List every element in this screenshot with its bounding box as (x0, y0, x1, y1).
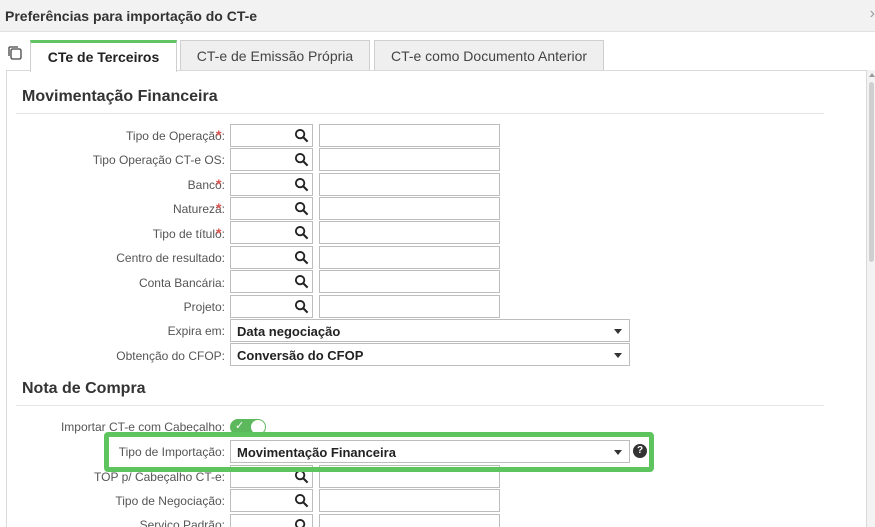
scroll-up-icon[interactable] (869, 73, 875, 77)
field-label-tipo-negociacao: Tipo de Negociação: (115, 494, 225, 508)
field-label-tipo-importacao: Tipo de Importação: (118, 445, 225, 459)
tipo-titulo-description (319, 221, 500, 244)
conta-bancaria-code-input[interactable] (230, 270, 313, 293)
projeto-code-input[interactable] (230, 295, 313, 318)
tab-cte-terceiros[interactable]: CTe de Terceiros (30, 40, 177, 72)
search-icon[interactable] (294, 518, 309, 527)
required-marker: * (216, 176, 222, 192)
chevron-down-icon[interactable] (614, 329, 622, 334)
search-icon[interactable] (294, 177, 309, 192)
tipo-operacao-os-code-input[interactable] (230, 148, 313, 171)
field-label-servico-padrao: Serviço Padrão: (139, 518, 225, 527)
obtencao-cfop-value: Conversão do CFOP (237, 348, 364, 363)
check-icon: ✓ (235, 420, 245, 432)
search-icon[interactable] (294, 128, 309, 143)
tipo-operacao-description (319, 124, 500, 147)
tab-cte-documento-anterior[interactable]: CT-e como Documento Anterior (374, 40, 604, 71)
required-marker: * (216, 127, 222, 143)
chevron-down-icon[interactable] (614, 450, 622, 455)
tipo-importacao-value: Movimentação Financeira (237, 445, 396, 460)
servico-padrao-code-input[interactable] (230, 514, 313, 527)
section-title-financeira: Movimentação Financeira (22, 88, 218, 105)
copy-icon[interactable] (7, 45, 23, 61)
search-icon[interactable] (294, 201, 309, 216)
conta-bancaria-description (319, 270, 500, 293)
section-divider (16, 405, 824, 406)
expira-em-value: Data negociação (237, 324, 341, 339)
section-title-compra: Nota de Compra (22, 380, 146, 397)
search-icon[interactable] (294, 493, 309, 508)
centro-resultado-description (319, 246, 500, 269)
required-marker: * (216, 225, 222, 241)
tipo-operacao-code-input[interactable] (230, 124, 313, 147)
tab-cte-emissao-propria[interactable]: CT-e de Emissão Própria (180, 40, 370, 71)
tipo-negociacao-description (319, 489, 500, 512)
help-icon[interactable]: ? (633, 444, 647, 458)
field-label-obtencao-cfop: Obtenção do CFOP: (116, 349, 225, 363)
field-label-top-cabecalho: TOP p/ Cabeçalho CT-e: (94, 470, 225, 484)
search-icon[interactable] (294, 250, 309, 265)
banco-description (319, 173, 500, 196)
top-cabecalho-code-input[interactable] (230, 465, 313, 488)
natureza-code-input[interactable] (230, 197, 313, 220)
field-label-importar-cabecalho: Importar CT-e com Cabeçalho: (60, 420, 225, 434)
expira-em-select[interactable]: Data negociação (230, 319, 630, 342)
toggle-knob (251, 420, 265, 434)
servico-padrao-description (319, 514, 500, 527)
search-icon[interactable] (294, 469, 309, 484)
close-icon[interactable]: › (870, 5, 875, 23)
importar-cabecalho-toggle[interactable]: ✓ (230, 419, 266, 435)
tipo-operacao-os-description (319, 148, 500, 171)
section-divider (16, 113, 824, 114)
natureza-description (319, 197, 500, 220)
search-icon[interactable] (294, 225, 309, 240)
obtencao-cfop-select[interactable]: Conversão do CFOP (230, 343, 630, 366)
field-label-expira-em: Expira em: (167, 324, 225, 338)
scrollbar-thumb[interactable] (869, 82, 874, 262)
field-label-tipo-operacao-os: Tipo Operação CT-e OS: (92, 153, 225, 167)
tipo-negociacao-code-input[interactable] (230, 489, 313, 512)
top-cabecalho-description (319, 465, 500, 488)
field-label-conta-bancaria: Conta Bancária: (138, 276, 225, 290)
search-icon[interactable] (294, 152, 309, 167)
tipo-importacao-select[interactable]: Movimentação Financeira (230, 440, 630, 463)
chevron-down-icon[interactable] (614, 353, 622, 358)
required-marker: * (216, 200, 222, 216)
banco-code-input[interactable] (230, 173, 313, 196)
search-icon[interactable] (294, 299, 309, 314)
centro-resultado-code-input[interactable] (230, 246, 313, 269)
field-label-tipo-operacao: Tipo de Operação: (126, 129, 225, 143)
search-icon[interactable] (294, 274, 309, 289)
field-label-tipo-titulo: Tipo de título: (152, 227, 225, 241)
dialog-titlebar: Preferências para importação do CT-e › (0, 0, 875, 32)
projeto-description (319, 295, 500, 318)
dialog-title: Preferências para importação do CT-e (5, 8, 258, 24)
tipo-titulo-code-input[interactable] (230, 221, 313, 244)
field-label-projeto: Projeto: (183, 300, 225, 314)
field-label-centro-resultado: Centro de resultado: (116, 251, 225, 265)
